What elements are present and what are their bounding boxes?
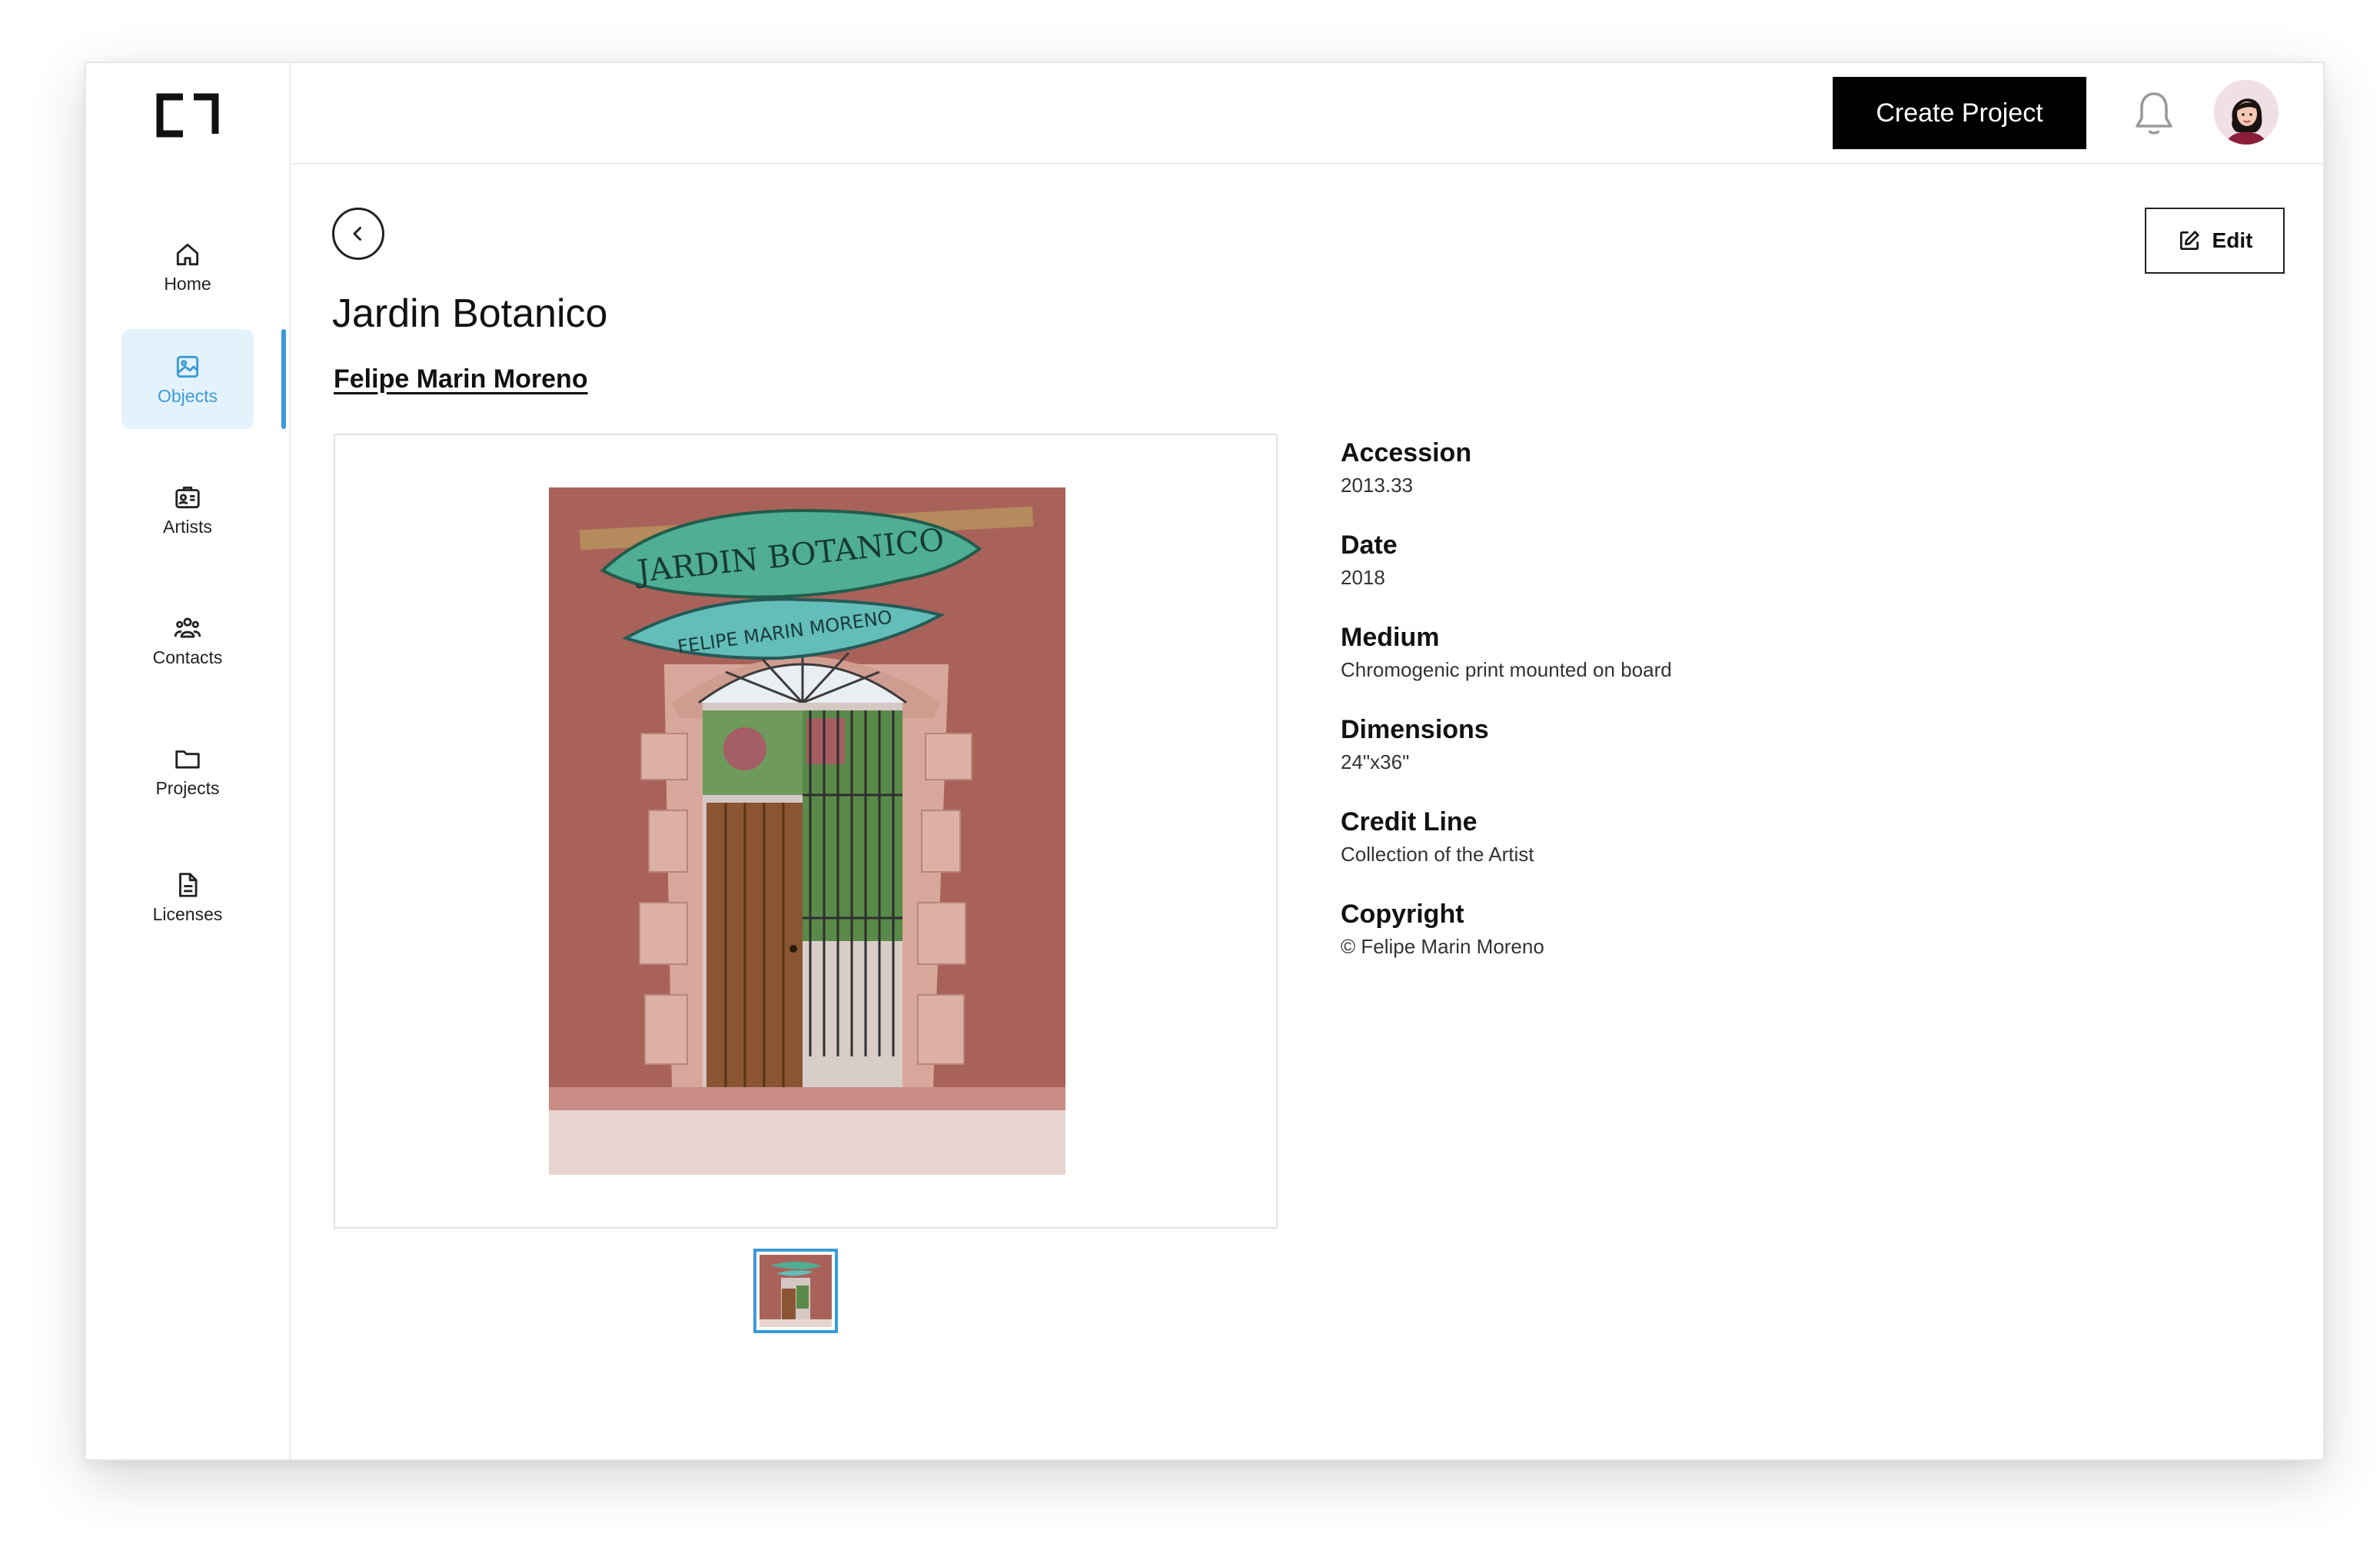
detail-accession: Accession 2013.33 <box>1341 435 2033 498</box>
detail-dimensions: Dimensions 24"x36" <box>1341 712 2033 775</box>
edit-label: Edit <box>2212 228 2253 252</box>
bracket-logo-icon[interactable] <box>155 92 220 138</box>
detail-label: Date <box>1341 531 1398 560</box>
detail-date: Date 2018 <box>1341 527 2033 590</box>
detail-copyright: Copyright © Felipe Marin Moreno <box>1341 896 2033 960</box>
app-window: Home Objects Artists Contacts Projects L… <box>85 62 2325 1461</box>
sidebar-item-label: Artists <box>163 516 212 537</box>
folder-icon <box>175 750 200 769</box>
sidebar-item-objects[interactable]: Objects <box>121 329 254 429</box>
detail-value: Chromogenic print mounted on board <box>1341 658 1672 681</box>
thumbnail-image <box>760 1255 832 1327</box>
page-title: Jardin Botanico <box>332 291 608 336</box>
sidebar-item-label: Home <box>164 273 211 294</box>
detail-value: 2013.33 <box>1341 474 1413 497</box>
detail-label: Credit Line <box>1341 807 1478 837</box>
detail-label: Accession <box>1341 438 1472 467</box>
edit-button[interactable]: Edit <box>2145 208 2285 274</box>
edit-icon <box>2179 231 2199 250</box>
sidebar-item-artists[interactable]: Artists <box>121 460 254 560</box>
sidebar-item-licenses[interactable]: Licenses <box>121 847 254 947</box>
sidebar-item-label: Contacts <box>152 647 223 667</box>
artwork-image[interactable]: JARDIN BOTANICO FELIPE MARIN MORENO <box>549 487 1065 1175</box>
object-details: Accession 2013.33 Date 2018 Medium Chrom… <box>1341 435 2033 989</box>
detail-value: © Felipe Marin Moreno <box>1341 935 1544 958</box>
people-icon <box>174 617 201 638</box>
chevron-left-icon <box>353 227 361 241</box>
detail-credit-line: Credit Line Collection of the Artist <box>1341 804 2033 867</box>
detail-value: 2018 <box>1341 566 1385 589</box>
sidebar: Home Objects Artists Contacts Projects L… <box>86 63 291 1459</box>
detail-value: Collection of the Artist <box>1341 843 1534 866</box>
sidebar-item-home[interactable]: Home <box>121 217 254 317</box>
user-avatar[interactable] <box>2214 80 2279 145</box>
sidebar-item-label: Objects <box>158 385 218 406</box>
document-icon <box>179 872 198 897</box>
active-indicator <box>281 329 286 429</box>
sidebar-item-projects[interactable]: Projects <box>121 721 254 821</box>
detail-value: 24"x36" <box>1341 750 1410 773</box>
detail-medium: Medium Chromogenic print mounted on boar… <box>1341 620 2033 683</box>
avatar-illustration <box>2214 80 2279 145</box>
top-bar: Create Project <box>291 63 2323 165</box>
home-icon <box>176 243 199 265</box>
sidebar-item-contacts[interactable]: Contacts <box>121 590 254 690</box>
back-button[interactable] <box>332 208 384 260</box>
detail-label: Dimensions <box>1341 715 1489 744</box>
image-icon <box>176 355 199 378</box>
create-project-button[interactable]: Create Project <box>1833 77 2086 149</box>
artist-link[interactable]: Felipe Marin Moreno <box>334 364 588 394</box>
bell-icon[interactable] <box>2132 89 2176 138</box>
sidebar-item-label: Projects <box>155 777 220 798</box>
detail-label: Copyright <box>1341 900 1464 929</box>
detail-label: Medium <box>1341 623 1440 652</box>
thumbnail[interactable] <box>753 1249 838 1333</box>
image-viewer: JARDIN BOTANICO FELIPE MARIN MORENO <box>334 434 1278 1229</box>
id-card-icon <box>175 486 200 508</box>
sidebar-item-label: Licenses <box>152 903 223 924</box>
